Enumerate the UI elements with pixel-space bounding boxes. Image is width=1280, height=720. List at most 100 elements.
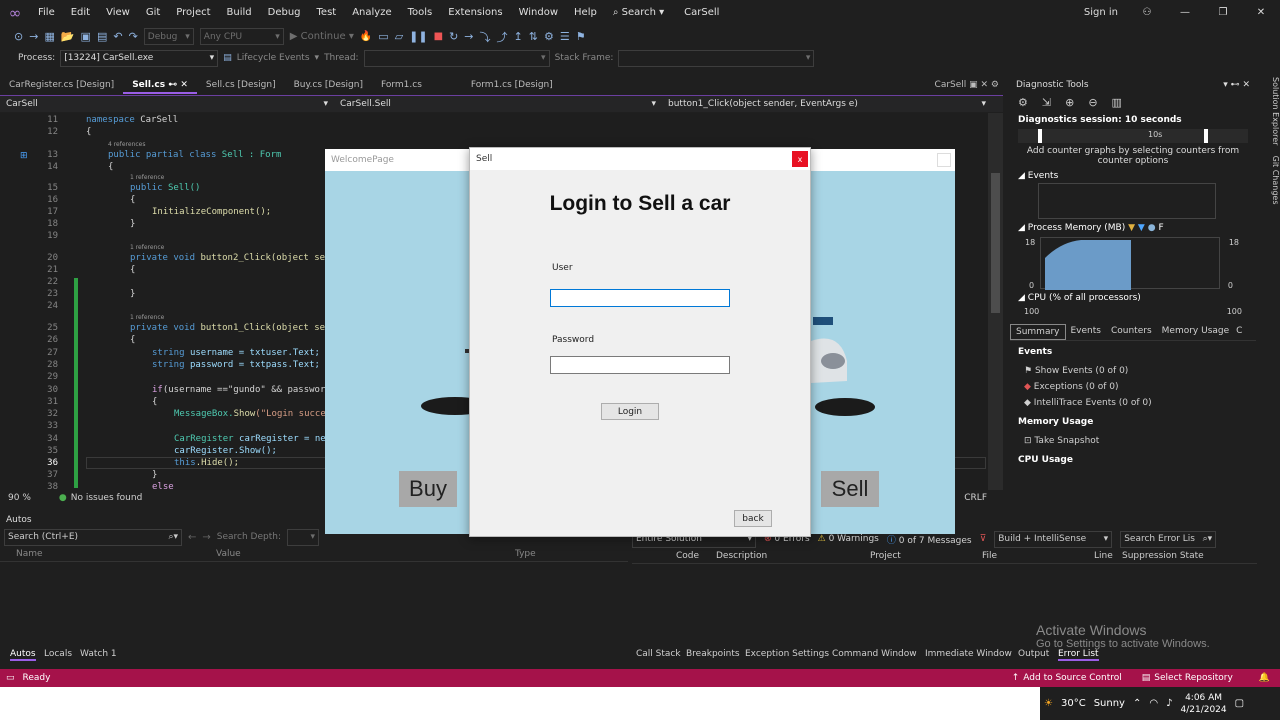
menu-analyze[interactable]: Analyze xyxy=(344,0,399,25)
menu-help[interactable]: Help xyxy=(566,0,605,25)
take-snapshot-button[interactable]: ⊡ Take Snapshot xyxy=(1010,433,1256,449)
col-value[interactable]: Value xyxy=(216,549,515,559)
tab-breakpoints[interactable]: Breakpoints xyxy=(686,649,740,659)
panel-controls-icon[interactable]: ▾ ⊷ ✕ xyxy=(1223,80,1250,90)
comment-icon[interactable]: ☰ xyxy=(560,30,570,43)
tab-command-window[interactable]: Command Window xyxy=(832,649,917,659)
restart-icon[interactable]: ↻ xyxy=(449,30,458,43)
search-menu[interactable]: ⌕ Search ▾ xyxy=(605,0,672,25)
code-lens-refs[interactable]: 1 reference xyxy=(130,244,164,251)
tab-carsell-right[interactable]: CarSell ▣ ✕ ⚙ xyxy=(926,77,1008,94)
warnings-filter[interactable]: ⚠ 0 Warnings xyxy=(818,534,879,544)
sell-button[interactable]: Sell xyxy=(821,471,879,507)
tab-events[interactable]: Events xyxy=(1066,324,1106,340)
show-events-link[interactable]: ⚑ Show Events (0 of 0) xyxy=(1010,363,1256,379)
add-to-source-control[interactable]: Add to Source Control xyxy=(1023,673,1142,683)
account-icon[interactable]: ⚇ xyxy=(1128,7,1166,18)
save-icon[interactable]: ▣ xyxy=(81,30,91,43)
col-suppression[interactable]: Suppression State xyxy=(1122,551,1204,561)
select-repository[interactable]: Select Repository xyxy=(1154,673,1258,683)
notification-bell-icon[interactable]: 🔔 xyxy=(1259,673,1280,683)
open-folder-icon[interactable]: 📂 xyxy=(61,30,75,43)
filter-icon[interactable]: ⊽ xyxy=(980,534,987,544)
col-project[interactable]: Project xyxy=(870,551,982,561)
exceptions-link[interactable]: ◆ Exceptions (0 of 0) xyxy=(1010,379,1256,395)
pause-icon[interactable]: ❚❚ xyxy=(409,30,427,43)
redo-icon[interactable]: ↷ xyxy=(129,30,138,43)
menu-git[interactable]: Git xyxy=(138,0,168,25)
col-line[interactable]: Line xyxy=(1094,551,1122,561)
solution-explorer-side-tab[interactable]: Solution Explorer Git Changes xyxy=(1258,77,1280,287)
line-ending[interactable]: CRLF xyxy=(964,493,1003,503)
zoom-in-icon[interactable]: ⊕ xyxy=(1065,96,1074,109)
intellitrace-link[interactable]: ◆ IntelliTrace Events (0 of 0) xyxy=(1010,395,1256,411)
stack-frame-select[interactable]: ▾ xyxy=(618,49,815,67)
col-type[interactable]: Type xyxy=(515,549,536,559)
search-depth-select[interactable]: ▾ xyxy=(287,528,320,546)
tab-close-icon[interactable]: ✕ xyxy=(180,80,188,90)
zoom-out-icon[interactable]: ⊖ xyxy=(1088,96,1097,109)
col-code[interactable]: Code xyxy=(632,551,716,561)
tab-immediate-window[interactable]: Immediate Window xyxy=(925,649,1012,659)
forward-nav-icon[interactable]: → xyxy=(29,30,38,43)
login-button[interactable]: Login xyxy=(601,403,659,420)
stack-frame-nav-icon[interactable]: ⇅ xyxy=(529,30,538,43)
hot-reload-icon[interactable]: 🔥 xyxy=(360,31,372,42)
continue-button[interactable]: ▶ Continue ▾ xyxy=(290,31,354,42)
tab-autos[interactable]: Autos xyxy=(10,649,36,661)
timeline-ruler[interactable]: 10s xyxy=(1018,129,1248,143)
tab-buy-design[interactable]: Buy.cs [Design] xyxy=(285,77,372,94)
tab-cpu[interactable]: C xyxy=(1234,324,1244,340)
undo-icon[interactable]: ↶ xyxy=(113,30,122,43)
col-name[interactable]: Name xyxy=(0,549,216,559)
col-description[interactable]: Description xyxy=(716,551,870,561)
notification-center-icon[interactable]: ▢ xyxy=(1235,698,1244,709)
back-nav-icon[interactable]: ⊙ xyxy=(14,30,23,43)
tab-output[interactable]: Output xyxy=(1018,649,1049,659)
screen-icon[interactable]: ▱ xyxy=(395,30,403,43)
class-nav-select[interactable]: CarSell.Sell ▾ xyxy=(334,97,662,112)
show-next-statement-icon[interactable]: → xyxy=(464,30,473,43)
tab-error-list[interactable]: Error List xyxy=(1058,649,1099,661)
tab-form1-cs[interactable]: Form1.cs xyxy=(372,77,462,94)
close-icon[interactable]: ✕ xyxy=(1242,7,1280,18)
editor-scrollbar-track[interactable] xyxy=(988,113,1003,490)
forward-icon[interactable]: → xyxy=(202,532,210,543)
user-input[interactable] xyxy=(550,289,730,307)
tray-chevron-icon[interactable]: ⌃ xyxy=(1133,698,1141,709)
buy-button[interactable]: Buy xyxy=(399,471,457,507)
back-button[interactable]: back xyxy=(734,510,772,527)
step-icon[interactable]: ⤵ xyxy=(480,29,491,45)
stop-icon[interactable]: ■ xyxy=(434,31,443,42)
tab-memory-usage[interactable]: Memory Usage xyxy=(1157,324,1235,340)
export-icon[interactable]: ⇲ xyxy=(1042,96,1051,109)
code-lens-refs[interactable]: 1 reference xyxy=(130,174,164,181)
code-lens-refs[interactable]: 1 reference xyxy=(130,314,164,321)
minimize-icon[interactable]: — xyxy=(1166,7,1204,18)
menu-project[interactable]: Project xyxy=(168,0,218,25)
tab-carregister-design[interactable]: CarRegister.cs [Design] xyxy=(0,77,123,94)
new-item-icon[interactable]: ▦ xyxy=(44,30,54,43)
clock[interactable]: 4:06 AM 4/21/2024 xyxy=(1180,692,1226,716)
live-visual-tree-icon[interactable]: ⚙ xyxy=(544,30,554,43)
save-all-icon[interactable]: ▤ xyxy=(97,30,107,43)
platform-select[interactable]: Any CPU ▾ xyxy=(199,28,284,45)
maximize-icon[interactable]: ❐ xyxy=(1204,7,1242,18)
menu-file[interactable]: File xyxy=(30,0,63,25)
tab-locals[interactable]: Locals xyxy=(44,649,72,659)
menu-view[interactable]: View xyxy=(98,0,138,25)
tab-call-stack[interactable]: Call Stack xyxy=(636,649,681,659)
tab-sell-design[interactable]: Sell.cs [Design] xyxy=(197,77,285,94)
sign-in-link[interactable]: Sign in xyxy=(1084,7,1128,18)
menu-build[interactable]: Build xyxy=(219,0,260,25)
menu-extensions[interactable]: Extensions xyxy=(440,0,510,25)
lifecycle-events-button[interactable]: Lifecycle Events xyxy=(237,53,310,63)
autos-search-input[interactable]: Search (Ctrl+E) ⌕▾ xyxy=(4,528,182,546)
menu-edit[interactable]: Edit xyxy=(63,0,98,25)
col-file[interactable]: File xyxy=(982,551,1094,561)
menu-window[interactable]: Window xyxy=(511,0,566,25)
tab-watch1[interactable]: Watch 1 xyxy=(80,649,117,659)
welcome-close-icon[interactable] xyxy=(937,153,951,167)
menu-debug[interactable]: Debug xyxy=(260,0,309,25)
process-select[interactable]: [13224] CarSell.exe ▾ xyxy=(60,49,219,67)
